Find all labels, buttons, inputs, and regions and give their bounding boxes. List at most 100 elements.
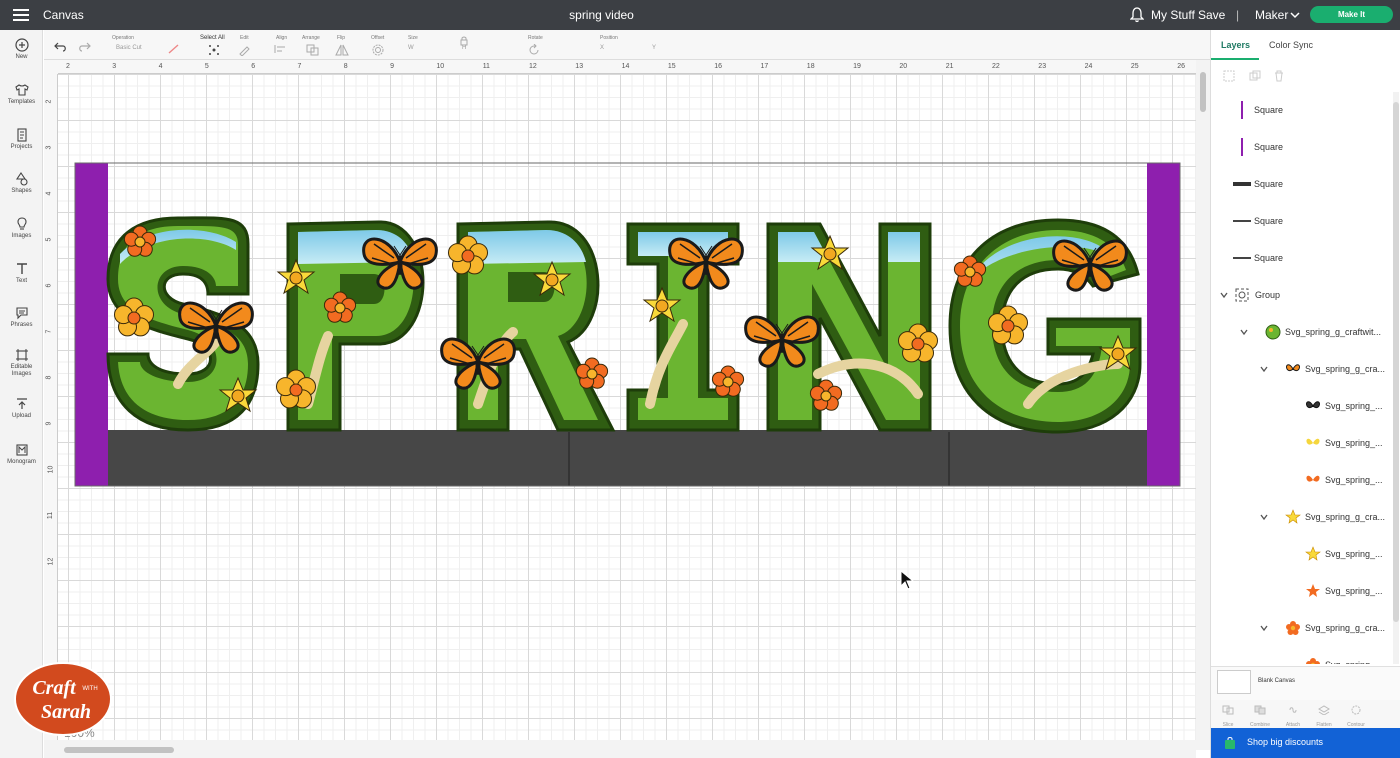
shop-discounts-banner[interactable]: Shop big discounts (1211, 728, 1400, 758)
ungroup-icon[interactable] (1223, 70, 1235, 82)
tool-text[interactable]: Text (0, 262, 43, 285)
text-icon (16, 263, 27, 274)
layer-row[interactable]: Svg_spring_... (1211, 536, 1391, 573)
phrases-icon (15, 307, 28, 320)
ruler-tick-label: 25 (1130, 63, 1139, 70)
tool-editable-images[interactable]: Editable Images (0, 348, 43, 378)
chevron-down-icon[interactable] (1219, 290, 1229, 300)
duplicate-icon[interactable] (1249, 70, 1261, 82)
design-canvas[interactable] (58, 74, 1196, 740)
arrange-icon[interactable] (306, 44, 320, 56)
layer-row[interactable]: Svg_spring_... (1211, 573, 1391, 610)
layer-row[interactable]: Group (1211, 277, 1391, 314)
slice-button[interactable]: Slice (1213, 702, 1243, 728)
layer-row[interactable]: Svg_spring_g_cra... (1211, 351, 1391, 388)
ruler-tick-label: 6 (45, 283, 53, 288)
offset-label: Offset (371, 35, 385, 41)
layer-row[interactable]: Svg_spring_g_cra... (1211, 499, 1391, 536)
operation-select[interactable]: Basic Cut (116, 45, 142, 51)
layer-row[interactable]: Svg_spring_g_cra... (1211, 610, 1391, 647)
tool-shapes[interactable]: Shapes (0, 172, 43, 195)
layers-scrollbar[interactable] (1393, 92, 1399, 664)
size-width-field[interactable]: W (408, 45, 414, 51)
ruler-tick-label: 24 (1084, 63, 1093, 70)
attach-button[interactable]: Attach (1278, 702, 1308, 728)
layer-row[interactable]: Svg_spring_g_craftwit... (1211, 314, 1391, 351)
project-title[interactable]: spring video (0, 8, 1203, 22)
position-x-field[interactable]: X (600, 45, 604, 51)
combine-button[interactable]: Combine (1245, 702, 1275, 728)
ruler-tick-label: 15 (667, 63, 676, 70)
layer-list: Square Square Square Square Square Group Svg_s… (1211, 92, 1391, 664)
offset-icon[interactable] (372, 44, 386, 56)
redo-icon[interactable] (77, 41, 91, 53)
flatten-button[interactable]: Flatten (1309, 702, 1339, 728)
tool-phrases[interactable]: Phrases (0, 306, 43, 329)
machine-select[interactable]: Maker (1255, 8, 1288, 22)
plus-circle-icon (14, 38, 29, 52)
layer-name: Svg_spring_... (1325, 549, 1383, 559)
tool-projects[interactable]: Projects (0, 128, 43, 151)
projects-icon (16, 128, 27, 142)
blank-canvas-layer[interactable]: Blank Canvas (1211, 666, 1400, 700)
contour-button[interactable]: Contour (1341, 702, 1371, 728)
spring-design[interactable] (58, 74, 1196, 740)
canvas-horizontal-scrollbar[interactable] (44, 740, 1196, 758)
tool-label: Upload (11, 413, 31, 419)
tool-label: Projects (10, 144, 33, 150)
blank-canvas-swatch[interactable] (1217, 670, 1251, 694)
layer-row[interactable]: Svg_spring_... (1211, 462, 1391, 499)
purple-bar-left[interactable] (75, 163, 108, 486)
flip-icon[interactable] (335, 44, 349, 56)
tool-new[interactable]: New (0, 38, 43, 61)
blank-canvas-label: Blank Canvas (1258, 678, 1296, 684)
ruler-tick-label: 19 (853, 63, 861, 70)
layer-row[interactable]: Svg_spring_... (1211, 425, 1391, 462)
tool-label: Text (15, 278, 27, 284)
undo-icon[interactable] (54, 41, 68, 53)
select-all-label[interactable]: Select All (200, 35, 225, 41)
layer-row[interactable]: Square (1211, 129, 1391, 166)
svg-text:WITH: WITH (82, 686, 97, 692)
rotate-icon[interactable] (528, 44, 540, 56)
tool-label: Shapes (11, 188, 32, 194)
align-icon[interactable] (274, 44, 290, 54)
bell-icon[interactable] (1130, 7, 1144, 23)
tool-upload[interactable]: Upload (0, 397, 43, 420)
save-button[interactable]: Save (1198, 8, 1225, 22)
chevron-down-icon[interactable] (1259, 364, 1269, 374)
layer-row[interactable]: Svg_spring_... (1211, 388, 1391, 425)
tool-images[interactable]: Images (0, 217, 43, 240)
rotate-label: Rotate (528, 35, 543, 41)
attach-icon (1289, 707, 1297, 713)
pen-color-icon[interactable] (168, 44, 180, 54)
chevron-down-icon[interactable] (1290, 10, 1300, 20)
purple-bar-right[interactable] (1147, 163, 1180, 486)
layer-name: Group (1255, 290, 1281, 300)
layer-row[interactable]: Svg_spring_... (1211, 647, 1391, 664)
tool-label: Images (11, 233, 32, 239)
shopping-bag-icon (1225, 737, 1235, 749)
size-height-field[interactable]: H (462, 45, 466, 51)
layer-row[interactable]: Square (1211, 166, 1391, 203)
layer-row[interactable]: Square (1211, 92, 1391, 129)
pencil-icon[interactable] (238, 44, 252, 56)
tool-templates[interactable]: Templates (0, 83, 43, 106)
chevron-down-icon[interactable] (1259, 512, 1269, 522)
layer-row[interactable]: Square (1211, 203, 1391, 240)
my-stuff-link[interactable]: My Stuff (1151, 8, 1195, 22)
make-it-button[interactable]: Make It (1310, 6, 1393, 23)
layer-row[interactable]: Square (1211, 240, 1391, 277)
chevron-down-icon[interactable] (1259, 623, 1269, 633)
position-y-field[interactable]: Y (652, 45, 656, 51)
chevron-down-icon[interactable] (1239, 327, 1249, 337)
base-bar[interactable] (108, 430, 1147, 486)
canvas-vertical-scrollbar[interactable] (1196, 60, 1210, 750)
tab-layers[interactable]: Layers (1221, 40, 1250, 50)
ruler-tick-label: 2 (45, 99, 53, 104)
tab-color-sync[interactable]: Color Sync (1269, 40, 1313, 50)
select-all-icon[interactable] (208, 44, 220, 56)
separator: | (1236, 8, 1240, 22)
tool-monogram[interactable]: Monogram (0, 443, 43, 466)
trash-icon[interactable] (1273, 70, 1285, 82)
